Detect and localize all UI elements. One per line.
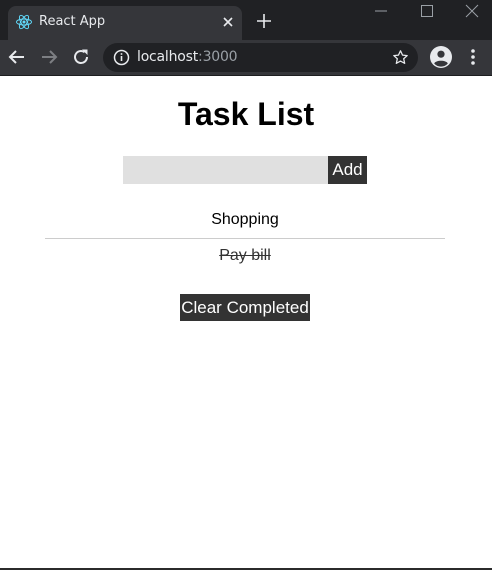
task-item-completed[interactable]: Pay bill <box>45 239 445 271</box>
browser-tabstrip: React App <box>0 0 492 40</box>
reload-icon[interactable] <box>72 48 90 66</box>
task-list: Shopping Pay bill <box>45 207 445 271</box>
close-tab-icon[interactable] <box>220 14 236 30</box>
bookmark-star-icon[interactable] <box>392 49 409 66</box>
window-close-icon[interactable] <box>465 4 479 18</box>
page-title: Task List <box>177 96 315 132</box>
browser-tab[interactable]: React App <box>8 6 242 40</box>
back-arrow-icon[interactable] <box>8 48 26 66</box>
info-icon[interactable] <box>113 49 130 66</box>
tab-title: React App <box>39 14 106 29</box>
profile-avatar-icon[interactable] <box>430 46 452 68</box>
url-port: :3000 <box>198 49 238 65</box>
task-item[interactable]: Shopping <box>45 207 445 239</box>
page-content: Task List Add Shopping Pay bill Clear Co… <box>0 76 492 568</box>
react-logo-icon <box>16 14 32 30</box>
add-button[interactable]: Add <box>328 156 367 184</box>
task-input[interactable] <box>123 156 328 184</box>
more-menu-icon[interactable] <box>466 48 480 66</box>
clear-completed-button[interactable]: Clear Completed <box>180 294 310 321</box>
forward-arrow-icon[interactable] <box>40 48 58 66</box>
address-bar[interactable]: localhost:3000 <box>103 43 418 72</box>
browser-toolbar: localhost:3000 <box>0 40 492 75</box>
minimize-icon[interactable] <box>374 4 388 18</box>
maximize-icon[interactable] <box>420 4 434 18</box>
new-tab-icon[interactable] <box>257 14 271 28</box>
url-text: localhost:3000 <box>137 49 238 65</box>
url-host: localhost <box>137 49 199 65</box>
